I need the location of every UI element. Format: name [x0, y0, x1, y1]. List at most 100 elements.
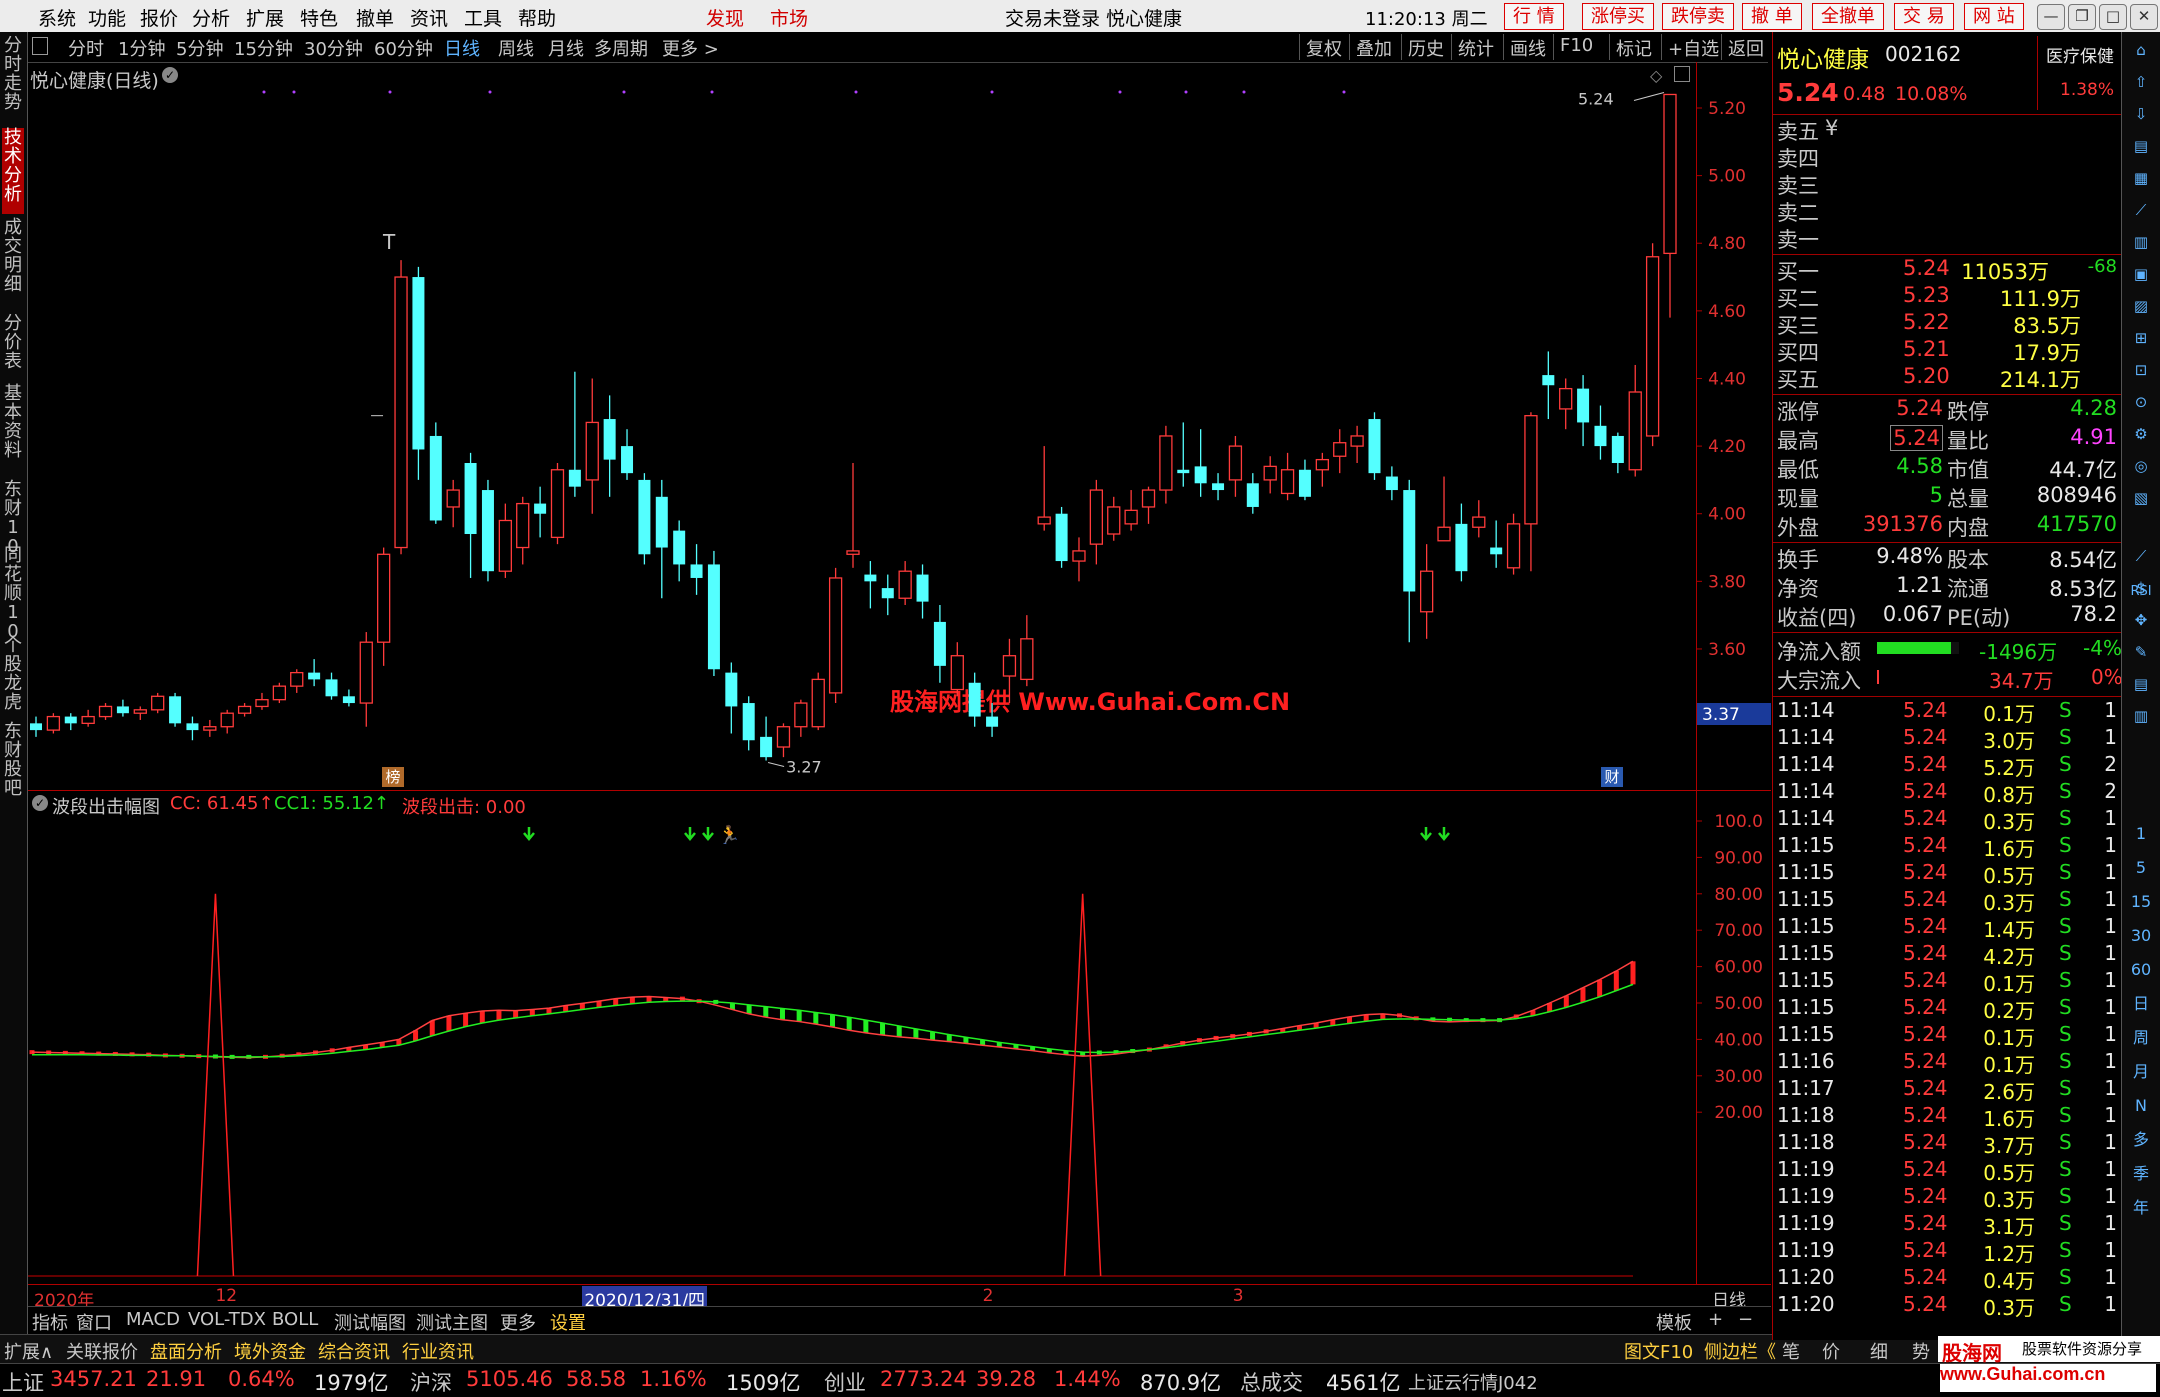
- toggle-panel-icon[interactable]: [32, 37, 48, 55]
- candlestick-chart[interactable]: 5.20 5.00 4.80 4.60 4.40 4.20 4.00 3.80 3.60 3.37…: [28, 62, 1771, 790]
- period-tab-5[interactable]: 60分钟: [374, 35, 433, 61]
- candle[interactable]: [950, 655, 964, 691]
- candle[interactable]: [1315, 458, 1329, 471]
- candle[interactable]: [655, 496, 668, 548]
- candle[interactable]: [1490, 547, 1503, 555]
- tool-button-3[interactable]: 统计: [1458, 35, 1494, 61]
- candle[interactable]: [116, 706, 129, 714]
- indicator-tab-0[interactable]: 指标: [32, 1309, 68, 1335]
- sell-row[interactable]: 卖四: [1773, 143, 2121, 171]
- period-tab-8[interactable]: 月线: [548, 35, 584, 61]
- sell-row[interactable]: 卖三: [1773, 170, 2121, 198]
- candle[interactable]: [534, 503, 547, 514]
- candle[interactable]: [1298, 469, 1311, 497]
- period-tab-0[interactable]: 分时: [68, 35, 104, 61]
- tool-button-2[interactable]: 历史: [1408, 35, 1444, 61]
- maximize-icon[interactable]: □: [2099, 4, 2127, 30]
- period-tab-3[interactable]: 15分钟: [234, 35, 293, 61]
- indicator-tab-4[interactable]: BOLL: [272, 1309, 318, 1330]
- menu-item-8[interactable]: 工具: [464, 4, 502, 31]
- indicator-tab-3[interactable]: VOL-TDX: [188, 1309, 266, 1330]
- extension-tab-1[interactable]: 关联报价: [66, 1338, 138, 1364]
- candle[interactable]: [1437, 526, 1451, 542]
- candle[interactable]: [968, 682, 981, 717]
- indicator-tab-1[interactable]: 窗口: [76, 1309, 112, 1335]
- side-tab-1[interactable]: 侧边栏《: [1704, 1338, 1776, 1364]
- candle[interactable]: [1212, 483, 1225, 491]
- period-shortcut-1[interactable]: 1: [2129, 822, 2153, 846]
- candle[interactable]: [1246, 483, 1259, 507]
- pen-icon[interactable]: ✎: [2129, 640, 2153, 664]
- candle[interactable]: [394, 276, 408, 549]
- up-icon[interactable]: ⇧: [2129, 70, 2153, 94]
- side-tab-0[interactable]: 图文F10: [1624, 1338, 1693, 1364]
- template-button-0[interactable]: 模板: [1656, 1309, 1692, 1335]
- candle[interactable]: [1228, 445, 1243, 481]
- tick-list[interactable]: 11:14 5.24 0.1万 S 1 11:14 5.24 3.0万 S 1 11:14 5.24 5…: [1773, 698, 2121, 1338]
- candle-icon[interactable]: ▥: [2129, 230, 2153, 254]
- extension-tab-4[interactable]: 综合资讯: [318, 1338, 390, 1364]
- sector-box[interactable]: 医疗保健 1.38%: [2037, 36, 2122, 110]
- candle[interactable]: [846, 550, 860, 555]
- sell-row[interactable]: 卖一: [1773, 224, 2121, 252]
- left-tab-0[interactable]: 分时走势: [2, 36, 24, 124]
- left-tab-3[interactable]: 分价表: [2, 314, 24, 380]
- left-tab-4[interactable]: 基本资料: [2, 384, 24, 476]
- left-tab-7[interactable]: 个股龙虎: [2, 636, 24, 718]
- left-tab-8[interactable]: 东财股吧: [2, 722, 24, 812]
- candle[interactable]: [742, 703, 755, 741]
- period-tab-9[interactable]: 多周期: [594, 35, 648, 61]
- period-shortcut-4[interactable]: 30: [2129, 924, 2153, 948]
- candle[interactable]: [237, 705, 252, 714]
- candle[interactable]: [638, 479, 651, 555]
- menu-item-2[interactable]: 报价: [140, 4, 178, 31]
- candle[interactable]: [1159, 435, 1173, 491]
- home-icon[interactable]: ⌂: [2129, 38, 2153, 62]
- grid-icon[interactable]: ▦: [2129, 166, 2153, 190]
- gear-icon[interactable]: ⚙: [2129, 422, 2153, 446]
- candle[interactable]: [272, 685, 287, 701]
- move-icon[interactable]: ✥: [2129, 608, 2153, 632]
- candle[interactable]: [1177, 469, 1190, 474]
- period-tab-4[interactable]: 30分钟: [304, 35, 363, 61]
- chart-icon[interactable]: ⊞: [2129, 326, 2153, 350]
- period-tab-10[interactable]: 更多 >: [662, 35, 719, 61]
- panel-icon[interactable]: ▣: [2129, 262, 2153, 286]
- candle[interactable]: [707, 564, 720, 670]
- left-tab-6[interactable]: 同花顺10: [2, 546, 24, 641]
- candle[interactable]: [1089, 489, 1104, 545]
- candle[interactable]: [1663, 93, 1677, 255]
- fz-icon[interactable]: ⊡: [2129, 358, 2153, 382]
- side-tab-2[interactable]: 笔: [1782, 1338, 1800, 1364]
- buy-row[interactable]: 买四 5.21 17.9万: [1773, 337, 2121, 365]
- candle[interactable]: [1419, 570, 1434, 613]
- extension-tab-5[interactable]: 行业资讯: [402, 1338, 474, 1364]
- tool-button-1[interactable]: 叠加: [1356, 35, 1392, 61]
- candle[interactable]: [1628, 391, 1642, 471]
- candle[interactable]: [1020, 638, 1034, 681]
- candle[interactable]: [1124, 509, 1138, 525]
- candle[interactable]: [481, 490, 494, 572]
- candle[interactable]: [290, 671, 304, 687]
- candle[interactable]: [568, 469, 581, 487]
- candle[interactable]: [1002, 655, 1017, 677]
- target-icon[interactable]: ◎: [2129, 454, 2153, 478]
- candle[interactable]: [690, 564, 703, 578]
- candle[interactable]: [864, 574, 877, 582]
- candle[interactable]: [1107, 506, 1121, 535]
- tool-button-0[interactable]: 复权: [1306, 35, 1342, 61]
- menu-highlight-0[interactable]: 发现: [706, 4, 744, 31]
- candle[interactable]: [81, 715, 95, 724]
- sell-row[interactable]: 卖五 ¥: [1773, 116, 2121, 144]
- candle[interactable]: [760, 736, 773, 758]
- candle[interactable]: [811, 678, 825, 728]
- tool-button-5[interactable]: F10: [1560, 35, 1593, 56]
- fs-icon[interactable]: ▤: [2129, 672, 2153, 696]
- buy-row[interactable]: 买一 5.24 11053万 -68: [1773, 256, 2121, 284]
- period-tab-2[interactable]: 5分钟: [176, 35, 223, 61]
- extension-tab-2[interactable]: 盘面分析: [150, 1338, 222, 1364]
- period-tab-1[interactable]: 1分钟: [118, 35, 165, 61]
- candle[interactable]: [776, 726, 791, 748]
- candle[interactable]: [342, 696, 355, 704]
- candle[interactable]: [464, 463, 477, 535]
